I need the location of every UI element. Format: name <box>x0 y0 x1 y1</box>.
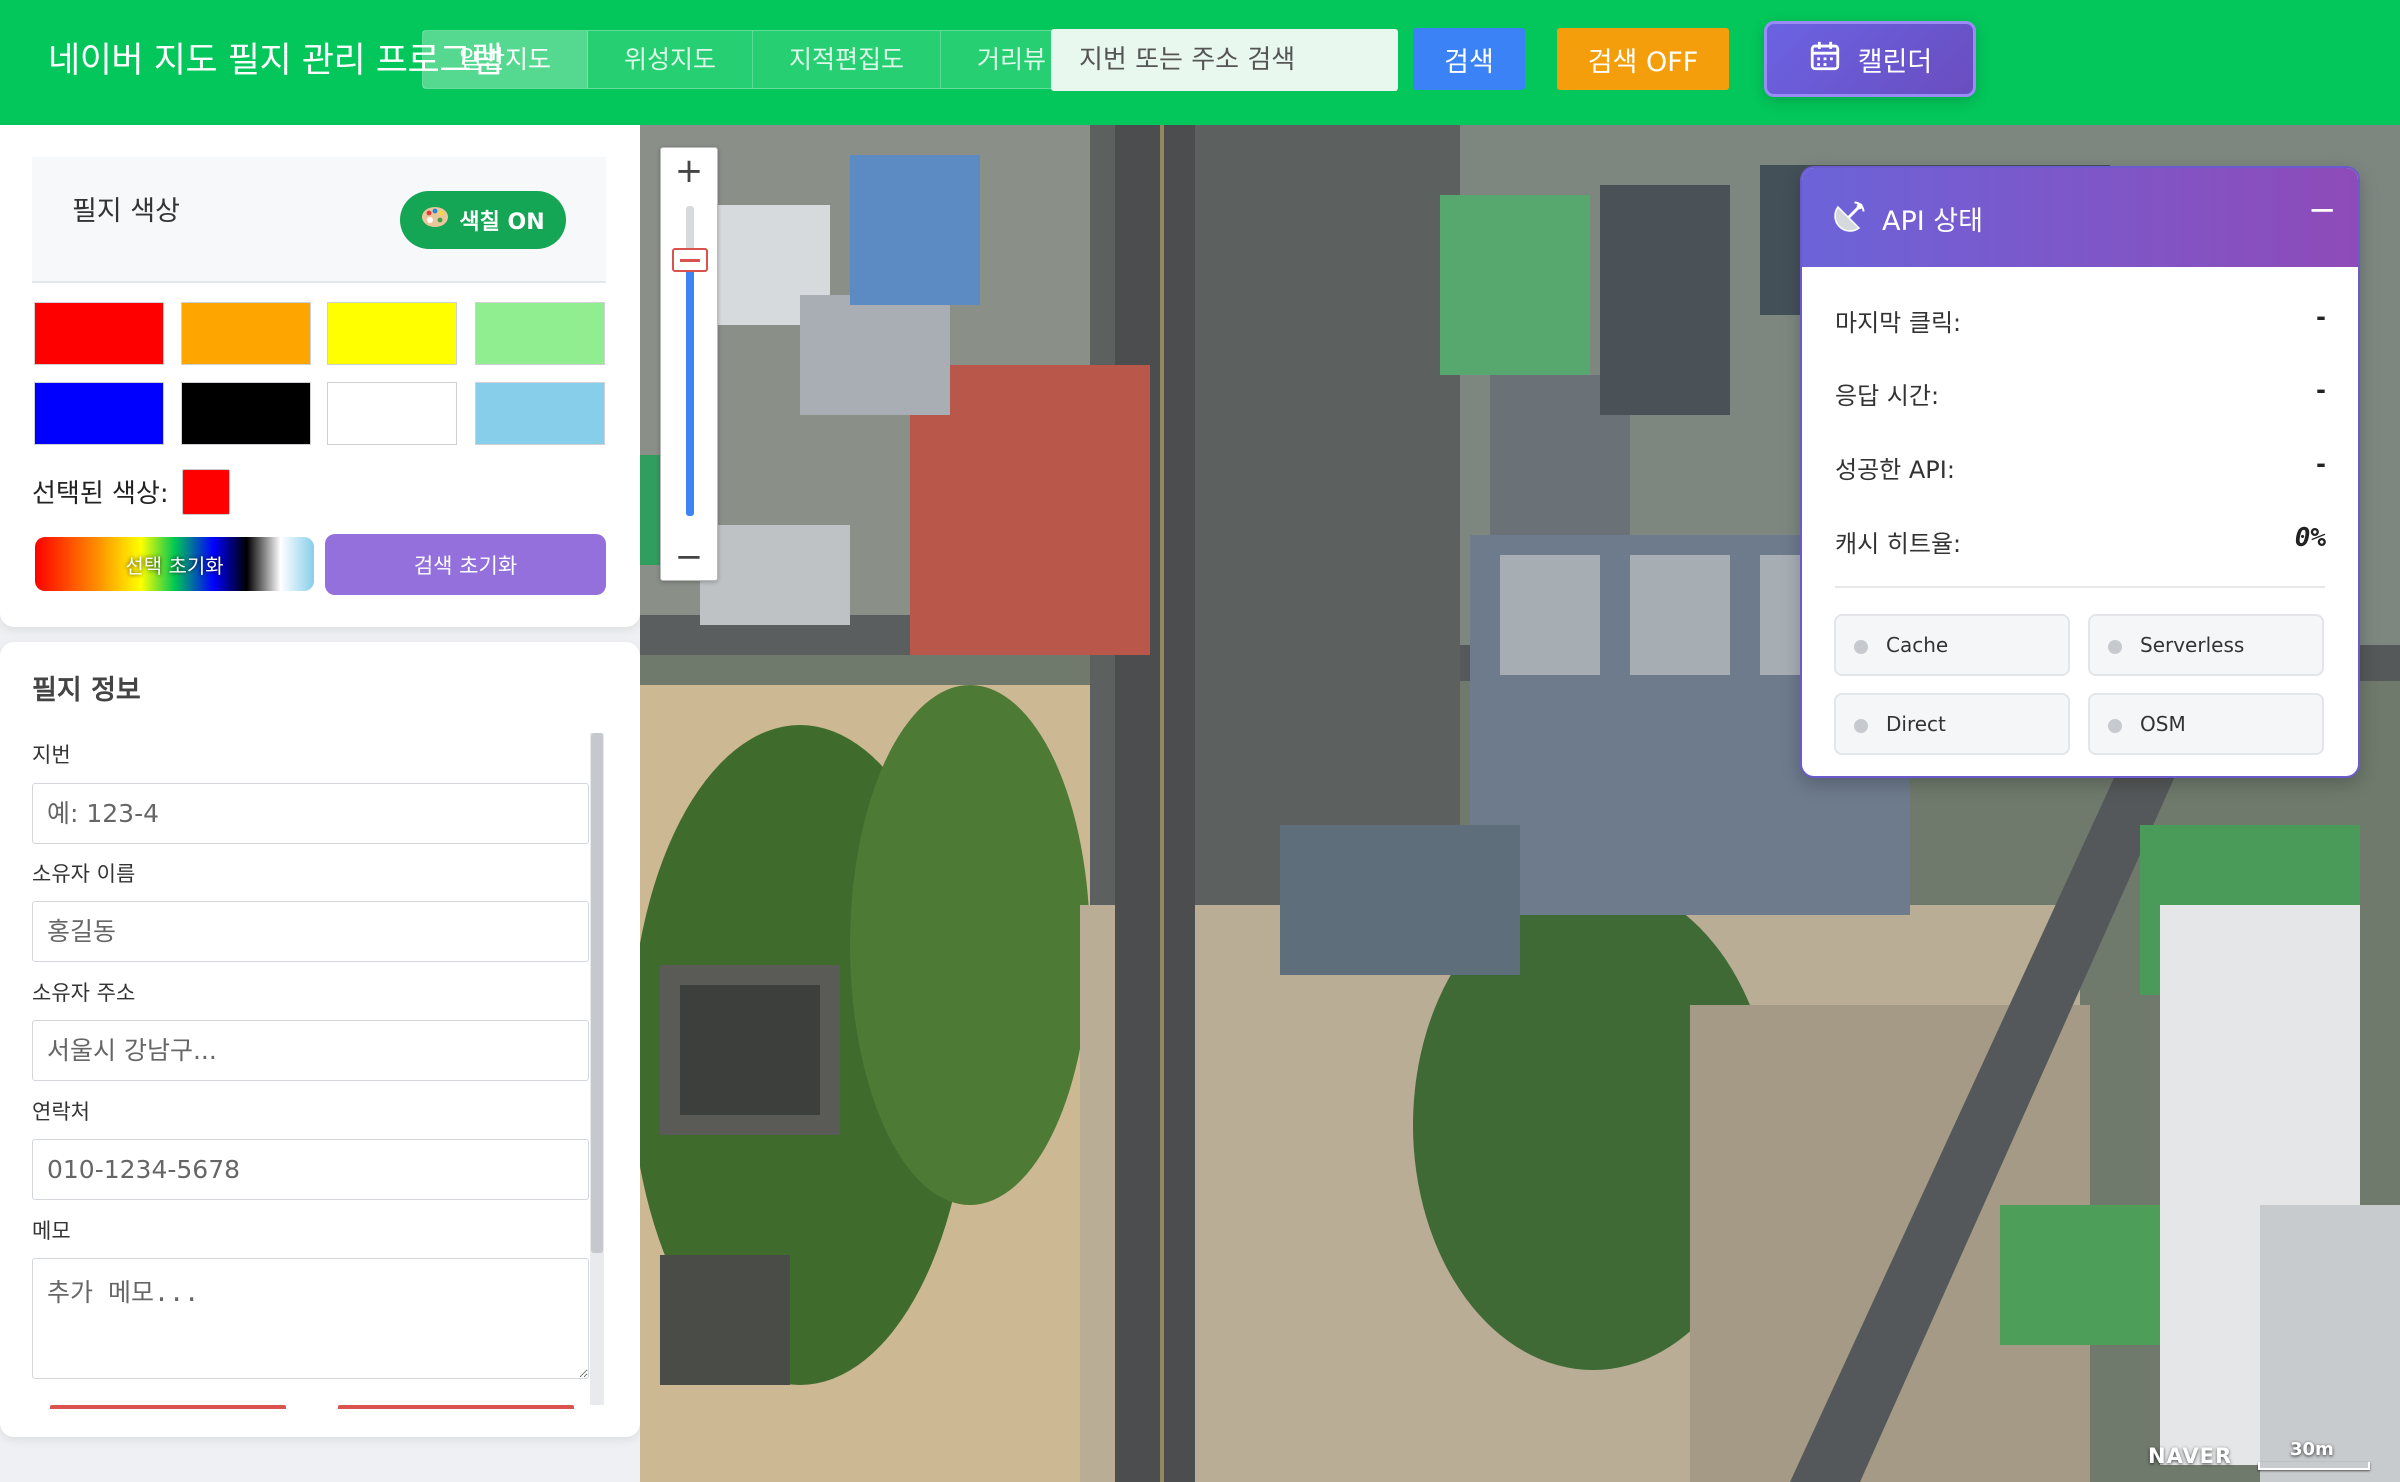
lot-number-label: 지번 <box>32 743 71 767</box>
selected-color-preview <box>182 469 230 515</box>
fill-toggle-label: 색칠 ON <box>459 210 545 235</box>
fill-toggle-button[interactable]: 색칠 ON <box>400 191 566 249</box>
parcel-info-title: 필지 정보 <box>32 675 141 706</box>
map-scale-bar <box>2258 1462 2370 1470</box>
successful-api-label: 성공한 API: <box>1835 456 1955 484</box>
tab-cadastral-map[interactable]: 지적편집도 <box>753 31 942 88</box>
status-dot-icon <box>1854 640 1868 654</box>
calendar-icon <box>1808 39 1842 80</box>
api-status-panel: API 상태 − 마지막 클릭: - 응답 시간: - 성공한 API: - 캐… <box>1800 166 2360 778</box>
selected-color-label: 선택된 색상: <box>32 479 169 509</box>
color-swatch-skyblue[interactable] <box>475 382 605 445</box>
cache-hit-rate-label: 캐시 히트율: <box>1835 530 1962 558</box>
last-click-label: 마지막 클릭: <box>1835 309 1962 337</box>
sidebar: 필지 색상 색칠 ON 선택된 색상: 선택 초기화 검색 초기화 필지 정보 … <box>0 125 640 1482</box>
zoom-control: + − <box>660 147 718 581</box>
successful-api-value: - <box>2316 450 2326 478</box>
search-toggle-button[interactable]: 검색 OFF <box>1557 28 1729 90</box>
zoom-slider-fill <box>686 261 694 516</box>
memo-label: 메모 <box>32 1219 71 1243</box>
response-time-value: - <box>2316 376 2326 404</box>
color-swatch-orange[interactable] <box>181 302 311 365</box>
color-swatch-blue[interactable] <box>34 382 164 445</box>
api-panel-minimize-button[interactable]: − <box>2308 190 2337 230</box>
satellite-dish-icon <box>1832 198 1868 238</box>
memo-textarea[interactable] <box>32 1258 589 1379</box>
api-status-header: API 상태 − <box>1802 168 2358 267</box>
reset-selection-button[interactable]: 선택 초기화 <box>35 537 314 591</box>
map-scale-label: 30m <box>2290 1439 2334 1460</box>
api-chip-cache-label: Cache <box>1886 633 1949 657</box>
color-swatch-lightgreen[interactable] <box>475 302 605 365</box>
search-button[interactable]: 검색 <box>1413 28 1525 90</box>
api-chip-cache: Cache <box>1834 614 2070 676</box>
map-type-tabs: 일반지도 위성지도 지적편집도 거리뷰 <box>422 30 1084 89</box>
zoom-slider-handle[interactable] <box>672 247 708 272</box>
api-chip-osm-label: OSM <box>2140 712 2186 736</box>
owner-name-input[interactable] <box>32 901 589 962</box>
tab-satellite-map[interactable]: 위성지도 <box>588 31 754 88</box>
zoom-out-button[interactable]: − <box>661 534 717 580</box>
naver-logo: NAVER <box>2148 1444 2233 1468</box>
address-search-input[interactable] <box>1051 29 1398 91</box>
color-panel: 필지 색상 색칠 ON 선택된 색상: 선택 초기화 검색 초기화 <box>0 125 640 627</box>
status-dot-icon <box>2108 719 2122 733</box>
api-chip-direct-label: Direct <box>1886 712 1946 736</box>
color-swatch-black[interactable] <box>181 382 311 445</box>
contact-input[interactable] <box>32 1139 589 1200</box>
parcel-info-scrollbar-thumb[interactable] <box>591 733 603 1253</box>
calendar-button[interactable]: 캘린더 <box>1764 21 1976 97</box>
color-swatch-red[interactable] <box>34 302 164 365</box>
owner-address-input[interactable] <box>32 1020 589 1081</box>
top-header: 네이버 지도 필지 관리 프로그램 일반지도 위성지도 지적편집도 거리뷰 검색… <box>0 0 2400 125</box>
color-swatch-white[interactable] <box>327 382 457 445</box>
calendar-button-label: 캘린더 <box>1857 46 1933 78</box>
api-chip-direct: Direct <box>1834 693 2070 755</box>
last-click-value: - <box>2316 303 2326 331</box>
status-dot-icon <box>1854 719 1868 733</box>
contact-label: 연락처 <box>32 1100 90 1124</box>
reset-search-button[interactable]: 검색 초기화 <box>325 534 606 595</box>
status-dot-icon <box>2108 640 2122 654</box>
owner-name-label: 소유자 이름 <box>32 862 136 886</box>
parcel-info-panel: 필지 정보 지번 소유자 이름 소유자 주소 연락처 메모 <box>0 642 640 1437</box>
save-button-edge[interactable] <box>50 1405 286 1409</box>
api-chip-osm: OSM <box>2088 693 2324 755</box>
api-chip-serverless: Serverless <box>2088 614 2324 676</box>
api-status-title: API 상태 <box>1882 206 1983 237</box>
cache-hit-rate-value: 0% <box>2294 523 2326 553</box>
delete-button-edge[interactable] <box>338 1405 574 1409</box>
lot-number-input[interactable] <box>32 783 589 844</box>
zoom-in-button[interactable]: + <box>661 148 717 194</box>
response-time-label: 응답 시간: <box>1835 382 1940 410</box>
owner-address-label: 소유자 주소 <box>32 981 136 1005</box>
color-swatch-yellow[interactable] <box>327 302 457 365</box>
palette-icon <box>421 205 449 235</box>
tab-normal-map[interactable]: 일반지도 <box>423 31 589 88</box>
api-divider <box>1835 586 2325 588</box>
api-chip-serverless-label: Serverless <box>2140 633 2245 657</box>
color-panel-title: 필지 색상 <box>72 196 180 227</box>
